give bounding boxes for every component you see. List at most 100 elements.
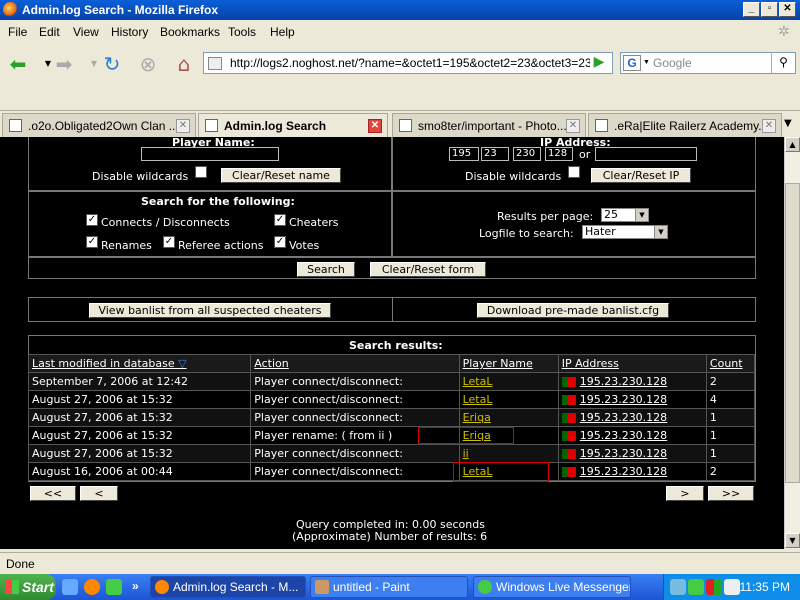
ip-octet-3[interactable]: 230 [513, 147, 541, 161]
menu-edit[interactable]: Edit [39, 25, 60, 39]
menu-help[interactable]: Help [270, 25, 295, 39]
first-page-button[interactable]: << [30, 486, 76, 501]
search-bar[interactable]: G ▼ Google ⚲ [620, 52, 796, 74]
view-banlist-button[interactable]: View banlist from all suspected cheaters [89, 303, 331, 318]
player-link[interactable]: LetaL [463, 393, 493, 406]
url-bar[interactable]: http://logs2.noghost.net/?name=&octet1=1… [203, 52, 613, 74]
disable-wildcards-ip-checkbox[interactable] [568, 166, 580, 178]
quicklaunch-messenger-icon[interactable] [106, 579, 122, 595]
last-page-button[interactable]: >> [708, 486, 754, 501]
task-messenger[interactable]: Windows Live Messenger [473, 576, 631, 598]
ip-octet-1[interactable]: 195 [449, 147, 479, 161]
tab-close-icon[interactable]: ✕ [566, 119, 580, 133]
col-ip-address[interactable]: IP Address [557, 354, 707, 373]
player-link[interactable]: LetaL [463, 375, 493, 388]
title-bar: Admin.log Search - Mozilla Firefox _ ▫ ✕ [0, 0, 800, 20]
cell-date: September 7, 2006 at 12:42 [27, 372, 252, 391]
votes-checkbox[interactable]: ✓ [274, 236, 286, 248]
go-icon[interactable]: ▶ [589, 54, 609, 72]
prev-page-button[interactable]: < [80, 486, 118, 501]
tab-photobucket[interactable]: smo8ter/important - Photo... ✕ [392, 113, 586, 138]
player-name-input[interactable] [141, 147, 279, 161]
page-content: Player Name: Disable wildcards Clear/Res… [0, 137, 784, 549]
scroll-up-icon[interactable]: ▲ [785, 137, 800, 152]
status-bar: Done [0, 552, 800, 574]
google-engine-icon[interactable]: G [623, 55, 641, 71]
ip-octet-2[interactable]: 23 [481, 147, 509, 161]
ip-link[interactable]: 195.23.230.128 [580, 429, 667, 442]
results-per-page-select[interactable]: 25 ▼ [601, 208, 649, 222]
tab-admin-log-search[interactable]: Admin.log Search ✕ [198, 113, 388, 139]
ip-link[interactable]: 195.23.230.128 [580, 465, 667, 478]
stop-icon[interactable]: ⊗ [134, 52, 162, 78]
quicklaunch-desktop-icon[interactable] [62, 579, 78, 595]
search-button[interactable]: Search [297, 262, 355, 277]
reload-icon[interactable]: ↻ [98, 52, 126, 78]
menu-file[interactable]: File [8, 25, 27, 39]
tab-o2o-clan[interactable]: .o2o.Obligated2Own Clan ... ✕ [2, 113, 196, 138]
tray-messenger-icon[interactable] [688, 579, 704, 595]
tab-close-icon[interactable]: ✕ [176, 119, 190, 133]
cell-count: 1 [705, 426, 756, 445]
task-firefox[interactable]: Admin.log Search - M... [150, 576, 306, 598]
clear-form-button[interactable]: Clear/Reset form [370, 262, 486, 277]
task-paint[interactable]: untitled - Paint [310, 576, 468, 598]
task-label: Admin.log Search - M... [173, 580, 299, 594]
download-banlist-button[interactable]: Download pre-made banlist.cfg [477, 303, 669, 318]
menu-history[interactable]: History [111, 25, 148, 39]
logfile-select[interactable]: Hater ▼ [582, 225, 668, 239]
col-count[interactable]: Count [705, 354, 756, 373]
cell-date: August 27, 2006 at 15:32 [27, 390, 252, 409]
connects-label: Connects / Disconnects [101, 216, 230, 229]
vertical-scrollbar[interactable]: ▲ ▼ [784, 137, 800, 549]
renames-checkbox[interactable]: ✓ [86, 236, 98, 248]
tray-app-icon[interactable] [706, 579, 722, 595]
tab-era-railerz[interactable]: .eRa|Elite Railerz Academy... ✕ [588, 113, 782, 138]
start-button[interactable]: Start [0, 574, 56, 600]
player-link[interactable]: Eriqa [463, 411, 491, 424]
tab-label: .o2o.Obligated2Own Clan ... [28, 119, 179, 133]
engine-dropdown-icon[interactable]: ▼ [643, 59, 650, 66]
ip-range-input[interactable] [595, 147, 697, 161]
scroll-thumb[interactable] [785, 183, 800, 483]
minimize-button[interactable]: _ [743, 2, 760, 17]
quicklaunch-firefox-icon[interactable] [84, 579, 100, 595]
disable-wildcards-name-checkbox[interactable] [195, 166, 207, 178]
tray-network-icon[interactable] [670, 579, 686, 595]
menu-tools[interactable]: Tools [228, 25, 256, 39]
menu-view[interactable]: View [73, 25, 99, 39]
col-player-name[interactable]: Player Name [458, 354, 559, 373]
ip-link[interactable]: 195.23.230.128 [580, 411, 667, 424]
tab-list-icon[interactable]: ▼ [784, 118, 792, 129]
ip-link[interactable]: 195.23.230.128 [580, 447, 667, 460]
clock: 11:35 PM [739, 580, 790, 594]
tab-close-icon[interactable]: ✕ [762, 119, 776, 133]
referee-actions-checkbox[interactable]: ✓ [163, 236, 175, 248]
ip-octet-4[interactable]: 128 [545, 147, 573, 161]
maximize-button[interactable]: ▫ [761, 2, 778, 17]
cheaters-checkbox[interactable]: ✓ [274, 214, 286, 226]
firefox-icon [155, 580, 169, 594]
home-icon[interactable]: ⌂ [170, 52, 198, 78]
renames-label: Renames [101, 239, 152, 252]
scroll-down-icon[interactable]: ▼ [785, 533, 800, 548]
col-action[interactable]: Action [250, 354, 460, 373]
quicklaunch-more-icon[interactable]: » [132, 579, 139, 593]
tray-volume-icon[interactable] [724, 579, 740, 595]
player-link[interactable]: ii [463, 447, 469, 460]
forward-icon[interactable]: ➡ [50, 52, 78, 78]
tab-close-icon[interactable]: ✕ [368, 119, 382, 133]
col-last-modified[interactable]: Last modified in database ▽ [27, 354, 252, 373]
search-magnifier-icon[interactable]: ⚲ [771, 53, 795, 73]
system-tray: 11:35 PM [663, 574, 800, 600]
ip-link[interactable]: 195.23.230.128 [580, 375, 667, 388]
clear-ip-button[interactable]: Clear/Reset IP [591, 168, 691, 183]
back-icon[interactable]: ⬅ [4, 52, 32, 78]
menu-bookmarks[interactable]: Bookmarks [160, 25, 220, 39]
clear-name-button[interactable]: Clear/Reset name [221, 168, 341, 183]
disable-wildcards-label: Disable wildcards [92, 170, 189, 183]
ip-link[interactable]: 195.23.230.128 [580, 393, 667, 406]
close-window-button[interactable]: ✕ [779, 2, 796, 17]
connects-checkbox[interactable]: ✓ [86, 214, 98, 226]
next-page-button[interactable]: > [666, 486, 704, 501]
